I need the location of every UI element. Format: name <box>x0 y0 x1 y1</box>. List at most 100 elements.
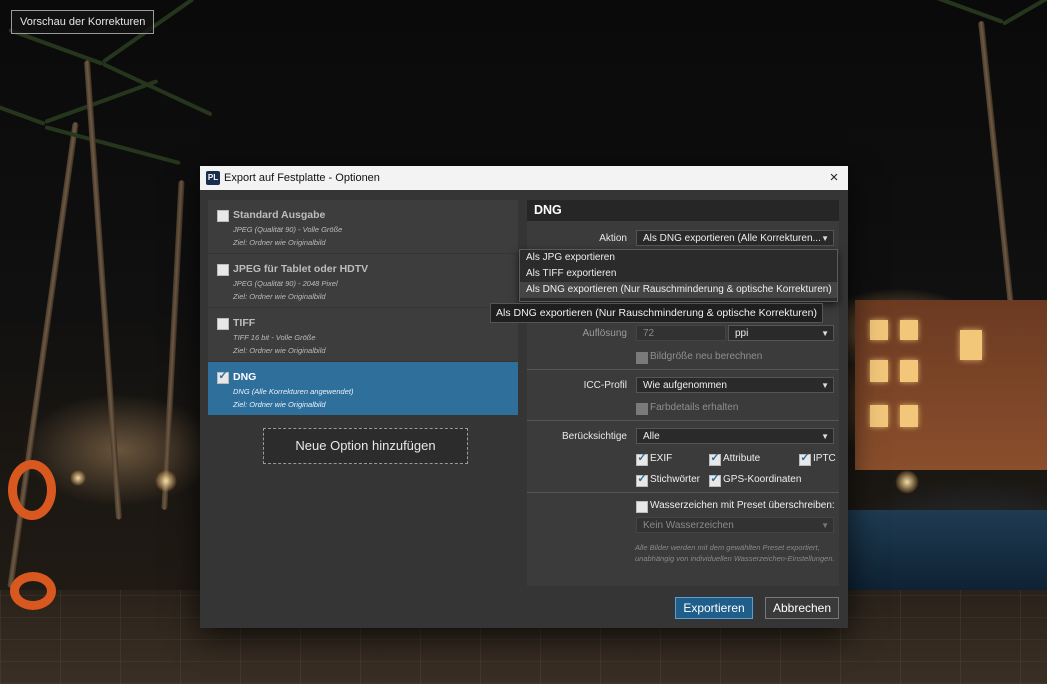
life-ring <box>10 572 56 610</box>
chevron-down-icon: ▼ <box>821 381 829 390</box>
lamp-light <box>155 470 177 492</box>
palm-frond <box>44 125 181 166</box>
checkmark-icon: ✓ <box>710 452 720 464</box>
export-button[interactable]: Exportieren <box>675 597 753 619</box>
tooltip: Als DNG exportieren (Nur Rauschminderung… <box>490 303 823 323</box>
checkmark-icon: ✓ <box>637 473 647 485</box>
checkbox-box <box>636 352 648 364</box>
preset-checkbox-checked[interactable]: ✓ <box>217 370 229 384</box>
exif-checkbox[interactable]: ✓ EXIF <box>636 452 673 466</box>
palm-frond <box>44 79 159 124</box>
resolution-input[interactable]: 72 <box>636 325 726 341</box>
resolution-label: Auflösung <box>582 328 627 339</box>
gps-checkbox[interactable]: ✓ GPS-Koordinaten <box>709 473 802 487</box>
preset-checkbox[interactable] <box>217 210 229 222</box>
icc-profile-select[interactable]: Wie aufgenommen ▼ <box>636 377 834 393</box>
close-icon[interactable]: × <box>820 166 848 190</box>
preset-checkbox[interactable] <box>217 318 229 330</box>
resolution-unit-value: ppi <box>735 328 749 339</box>
include-value: Alle <box>643 431 660 442</box>
gps-label: GPS-Koordinaten <box>723 474 802 485</box>
exif-label: EXIF <box>650 453 673 464</box>
resolution-unit-select[interactable]: ppi ▼ <box>728 325 834 341</box>
include-label: Berücksichtige <box>561 431 627 442</box>
divider <box>527 420 839 421</box>
color-details-checkbox[interactable]: Farbdetails erhalten <box>636 402 739 415</box>
lamp-light <box>895 470 919 494</box>
preset-format: TIFF 16 bit - Volle Größe <box>233 333 316 342</box>
add-option-button[interactable]: Neue Option hinzufügen <box>263 428 468 464</box>
life-ring <box>8 460 56 520</box>
preset-format: DNG (Alle Korrekturen angewendet) <box>233 387 354 396</box>
preset-checkbox[interactable] <box>217 264 229 276</box>
watermark-value: Kein Wasserzeichen <box>643 520 734 531</box>
preview-corrections-button[interactable]: Vorschau der Korrekturen <box>11 10 155 34</box>
iptc-label: IPTC <box>813 453 836 464</box>
checkbox-box <box>636 403 648 415</box>
preset-item[interactable]: Standard Ausgabe JPEG (Qualität 90) - Vo… <box>208 200 518 253</box>
color-details-label: Farbdetails erhalten <box>650 402 739 413</box>
lit-window <box>900 360 918 382</box>
resize-checkbox[interactable]: Bildgröße neu berechnen <box>636 351 763 364</box>
icc-profile-label: ICC-Profil <box>583 380 627 391</box>
iptc-checkbox[interactable]: ✓ IPTC <box>799 452 836 466</box>
icc-profile-value: Wie aufgenommen <box>643 380 727 391</box>
action-select[interactable]: Als DNG exportieren (Alle Korrekturen...… <box>636 230 834 246</box>
palm-frond <box>1002 0 1047 26</box>
dialog-title: Export auf Festplatte - Optionen <box>224 172 380 184</box>
palm-tree <box>7 121 79 589</box>
watermark-select[interactable]: Kein Wasserzeichen ▼ <box>636 517 834 533</box>
watermark-checkbox[interactable]: Wasserzeichen mit Preset überschreiben: <box>636 500 835 513</box>
palm-frond <box>0 91 46 126</box>
checkbox-box: ✓ <box>709 452 721 466</box>
menu-item-dng-noise[interactable]: Als DNG exportieren (Nur Rauschminderung… <box>520 282 837 298</box>
preset-destination: Ziel: Ordner wie Originalbild <box>233 292 326 301</box>
checkbox-box: ✓ <box>709 473 721 487</box>
lit-window <box>900 405 918 427</box>
checkmark-icon: ✓ <box>218 370 228 382</box>
preset-item[interactable]: JPEG für Tablet oder HDTV JPEG (Qualität… <box>208 254 518 307</box>
keywords-checkbox[interactable]: ✓ Stichwörter <box>636 473 700 487</box>
panel-heading: DNG <box>527 200 839 221</box>
action-select-value: Als DNG exportieren (Alle Korrekturen... <box>643 233 821 244</box>
cancel-button[interactable]: Abbrechen <box>765 597 839 619</box>
lit-window <box>870 320 888 340</box>
attribute-checkbox[interactable]: ✓ Attribute <box>709 452 761 466</box>
chevron-down-icon: ▼ <box>821 234 829 243</box>
pool <box>848 510 1047 590</box>
palm-frond <box>927 0 1004 24</box>
checkmark-icon: ✓ <box>800 452 810 464</box>
menu-item-jpg[interactable]: Als JPG exportieren <box>520 250 837 266</box>
lit-window <box>870 405 888 427</box>
lit-window <box>870 360 888 382</box>
dialog-titlebar: PL Export auf Festplatte - Optionen × <box>200 166 848 190</box>
preset-item-selected[interactable]: ✓ DNG DNG (Alle Korrekturen angewendet) … <box>208 362 518 415</box>
palm-tree <box>83 60 123 520</box>
checkmark-icon: ✓ <box>710 473 720 485</box>
action-label: Aktion <box>599 233 627 244</box>
preset-format: JPEG (Qualität 90) - 2048 Pixel <box>233 279 338 288</box>
menu-item-tiff[interactable]: Als TIFF exportieren <box>520 266 837 282</box>
preset-name: TIFF <box>233 317 256 329</box>
divider <box>527 369 839 370</box>
preset-name: DNG <box>233 371 257 383</box>
attribute-label: Attribute <box>723 453 761 464</box>
preset-name: Standard Ausgabe <box>233 209 326 221</box>
checkmark-icon: ✓ <box>637 452 647 464</box>
export-options-dialog: PL Export auf Festplatte - Optionen × St… <box>200 166 848 628</box>
app-logo-icon: PL <box>206 171 220 185</box>
preset-destination: Ziel: Ordner wie Originalbild <box>233 238 326 247</box>
preset-item[interactable]: TIFF TIFF 16 bit - Volle Größe Ziel: Ord… <box>208 308 518 361</box>
resize-label: Bildgröße neu berechnen <box>650 351 763 362</box>
palm-tree <box>161 180 185 510</box>
palm-frond <box>102 62 213 117</box>
action-dropdown-menu: Als JPG exportieren Als TIFF exportieren… <box>519 249 838 302</box>
preset-destination: Ziel: Ordner wie Originalbild <box>233 346 326 355</box>
checkbox-box <box>636 501 648 513</box>
preset-list: Standard Ausgabe JPEG (Qualität 90) - Vo… <box>208 200 518 416</box>
chevron-down-icon: ▼ <box>821 432 829 441</box>
watermark-note: Alle Bilder werden mit dem gewählten Pre… <box>635 543 835 563</box>
lamp-light <box>70 470 86 486</box>
include-select[interactable]: Alle ▼ <box>636 428 834 444</box>
lit-window <box>900 320 918 340</box>
